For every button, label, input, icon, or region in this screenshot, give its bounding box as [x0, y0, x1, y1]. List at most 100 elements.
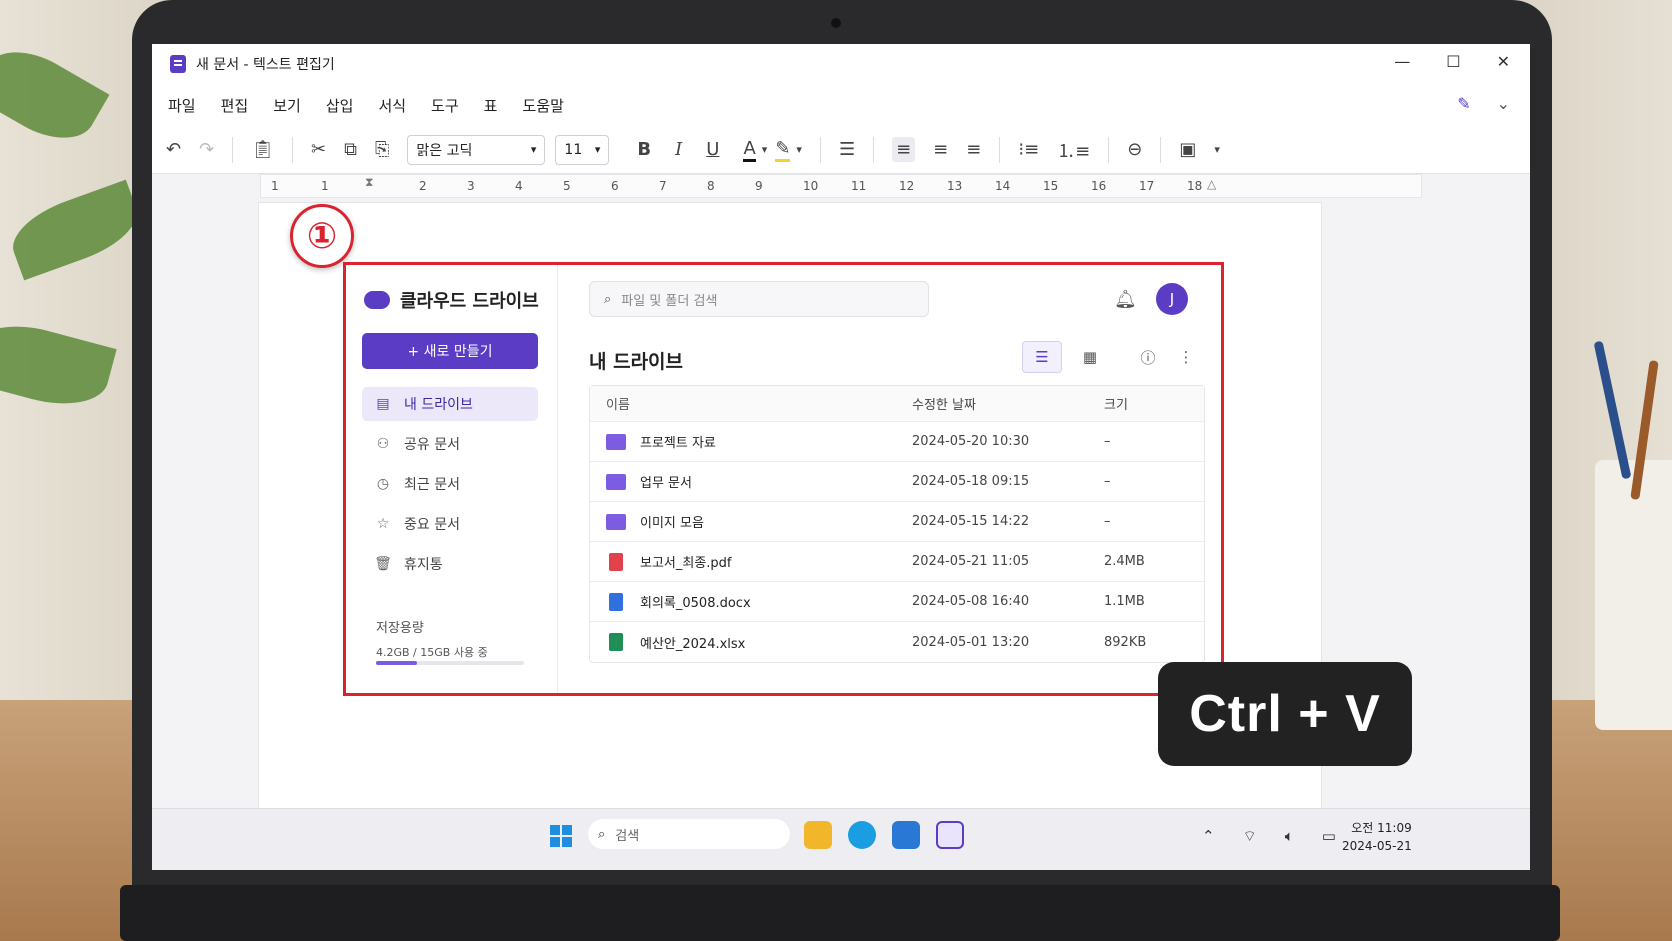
- windows-start-icon[interactable]: [550, 825, 572, 847]
- sidebar-item-shared[interactable]: ⚇ 공유 문서: [362, 427, 538, 461]
- ruler-mark: 16: [1091, 179, 1107, 193]
- highlighter-icon[interactable]: ✎: [775, 138, 791, 162]
- sidebar-item-label: 공유 문서: [404, 437, 460, 453]
- edge-browser-icon[interactable]: [848, 821, 876, 849]
- system-clock[interactable]: 오전 11:09 2024-05-21: [1342, 819, 1412, 855]
- chevron-down-icon[interactable]: ⌄: [1497, 94, 1510, 113]
- table-row[interactable]: 업무 문서 2024-05-18 09:15 –: [590, 462, 1204, 502]
- indent-marker[interactable]: △: [1207, 177, 1216, 191]
- table-row[interactable]: 이미지 모음 2024-05-15 14:22 –: [590, 502, 1204, 542]
- image-icon[interactable]: ▣: [1179, 139, 1196, 160]
- bullet-list-icon[interactable]: ⁝≡: [1018, 139, 1039, 160]
- clipboard-icon[interactable]: 📋︎: [251, 139, 274, 160]
- menu-edit[interactable]: 편집: [221, 95, 249, 116]
- file-search-input[interactable]: ⌕ 파일 및 폴더 검색: [589, 281, 929, 317]
- align-center-icon[interactable]: ≡: [933, 139, 948, 160]
- underline-button[interactable]: U: [706, 139, 719, 160]
- sidebar-item-recent[interactable]: ◷ 최근 문서: [362, 467, 538, 501]
- undo-icon[interactable]: ↶: [166, 139, 181, 160]
- file-explorer-icon[interactable]: [804, 821, 832, 849]
- ruler-mark: 13: [947, 179, 963, 193]
- excel-file-icon: [609, 633, 623, 651]
- table-row[interactable]: 예산안_2024.xlsx 2024-05-01 13:20 892KB: [590, 622, 1204, 662]
- menu-table[interactable]: 표: [484, 95, 498, 116]
- file-size: –: [1104, 434, 1111, 449]
- menu-view[interactable]: 보기: [273, 95, 301, 116]
- step-number-badge: ①: [290, 204, 354, 268]
- storage-bar-fill: [376, 661, 418, 665]
- bell-icon[interactable]: 🔔︎: [1114, 289, 1137, 310]
- ruler-mark: 8: [707, 179, 715, 193]
- pen-icon[interactable]: ✎: [1457, 94, 1470, 113]
- folder-icon: [606, 513, 626, 530]
- maximize-button[interactable]: ☐: [1446, 52, 1460, 71]
- align-options-icon[interactable]: ☰: [839, 139, 855, 160]
- column-name[interactable]: 이름: [606, 386, 630, 421]
- info-icon[interactable]: ⓘ: [1128, 341, 1168, 373]
- chevron-down-icon[interactable]: ▾: [762, 143, 768, 156]
- new-button[interactable]: + 새로 만들기: [362, 333, 538, 369]
- menu-tools[interactable]: 도구: [431, 95, 459, 116]
- ruler-mark: 3: [467, 179, 475, 193]
- menu-insert[interactable]: 삽입: [326, 95, 354, 116]
- indent-marker[interactable]: ⧗: [365, 175, 373, 190]
- word-file-icon: [609, 592, 623, 611]
- cut-icon[interactable]: ✂: [311, 139, 326, 160]
- editor-app-icon: [170, 55, 186, 73]
- font-size-select[interactable]: 11 ▾: [555, 134, 610, 165]
- chevron-down-icon[interactable]: ▾: [1214, 143, 1220, 156]
- sidebar-item-starred[interactable]: ☆ 중요 문서: [362, 507, 538, 541]
- bold-button[interactable]: B: [637, 139, 651, 160]
- font-color-button[interactable]: A: [743, 138, 756, 162]
- more-options-icon[interactable]: ⋮: [1176, 341, 1196, 373]
- pen-cup: [1595, 460, 1672, 730]
- ruler-mark: 6: [611, 179, 619, 193]
- redo-icon[interactable]: ↷: [199, 139, 214, 160]
- ruler-mark: 7: [659, 179, 667, 193]
- editor-app-icon[interactable]: [936, 821, 964, 849]
- paste-icon[interactable]: ⎘: [375, 139, 389, 160]
- column-size[interactable]: 크기: [1104, 386, 1128, 421]
- chevron-up-icon[interactable]: ⌃: [1202, 827, 1215, 846]
- grid-view-icon[interactable]: ▦: [1070, 341, 1110, 373]
- ruler-mark: 9: [755, 179, 763, 193]
- taskbar-search[interactable]: ⌕ 검색: [588, 819, 790, 849]
- battery-icon[interactable]: ▭: [1322, 827, 1336, 846]
- ruler-mark: 10: [803, 179, 819, 193]
- store-icon[interactable]: [892, 821, 920, 849]
- menu-format[interactable]: 서식: [378, 95, 406, 116]
- italic-button[interactable]: I: [675, 139, 682, 160]
- file-date: 2024-05-15 14:22: [912, 514, 1030, 529]
- clock-time: 오전 11:09: [1351, 821, 1412, 835]
- table-row[interactable]: 회의록_0508.docx 2024-05-08 16:40 1.1MB: [590, 582, 1204, 622]
- menu-help[interactable]: 도움말: [522, 95, 563, 116]
- chevron-down-icon[interactable]: ▾: [796, 143, 802, 156]
- table-row[interactable]: 프로젝트 자료 2024-05-20 10:30 –: [590, 422, 1204, 462]
- numbered-list-icon[interactable]: ⒈≡: [1057, 137, 1090, 163]
- table-row[interactable]: 보고서_최종.pdf 2024-05-21 11:05 2.4MB: [590, 542, 1204, 582]
- avatar[interactable]: J: [1156, 283, 1188, 315]
- strikethrough-icon[interactable]: ⊖: [1127, 139, 1142, 160]
- table-header: 이름 수정한 날짜 크기: [590, 386, 1204, 422]
- align-right-icon[interactable]: ≡: [966, 139, 981, 160]
- chevron-down-icon: ▾: [530, 143, 537, 156]
- close-button[interactable]: ✕: [1497, 52, 1510, 71]
- ruler-mark: 1: [271, 179, 279, 193]
- wifi-icon[interactable]: ⌔: [1243, 827, 1257, 846]
- sidebar-item-my-drive[interactable]: ▤ 내 드라이브: [362, 387, 538, 421]
- volume-icon[interactable]: 🔈︎: [1285, 827, 1294, 846]
- sidebar-item-trash[interactable]: 🗑︎ 휴지통: [362, 547, 538, 581]
- search-icon: ⌕: [598, 826, 606, 842]
- toolbar-divider: [999, 136, 1001, 163]
- clock-icon: ◷: [376, 476, 390, 492]
- font-family-select[interactable]: 맑은 고딕 ▾: [407, 134, 546, 165]
- align-left-icon[interactable]: ≡: [892, 137, 916, 162]
- file-size: 2.4MB: [1104, 554, 1145, 569]
- storage-usage-text: 4.2GB / 15GB 사용 중: [376, 646, 488, 659]
- minimize-button[interactable]: —: [1394, 52, 1410, 71]
- sidebar-item-label: 최근 문서: [404, 477, 460, 493]
- column-modified[interactable]: 수정한 날짜: [912, 386, 976, 421]
- list-view-icon[interactable]: ☰: [1022, 341, 1062, 373]
- menu-file[interactable]: 파일: [168, 95, 196, 116]
- copy-icon[interactable]: ⧉: [344, 139, 357, 160]
